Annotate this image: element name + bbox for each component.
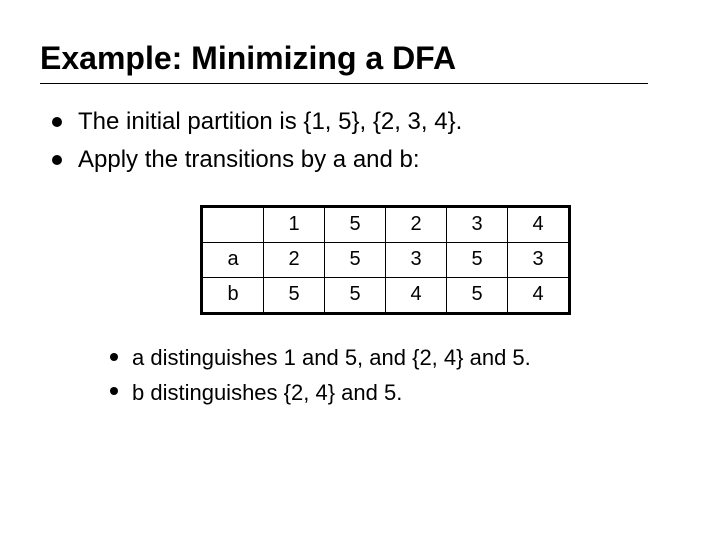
row-label: b bbox=[202, 277, 264, 313]
table-cell: 5 bbox=[325, 242, 386, 277]
table-header-row: 1 5 2 3 4 bbox=[202, 206, 570, 242]
slide-title: Example: Minimizing a DFA bbox=[40, 40, 680, 77]
table-cell: 5 bbox=[447, 277, 508, 313]
title-rule bbox=[40, 83, 648, 84]
table-cell: 5 bbox=[264, 277, 325, 313]
slide: Example: Minimizing a DFA The initial pa… bbox=[0, 0, 720, 540]
table-row: b 5 5 4 5 4 bbox=[202, 277, 570, 313]
table-corner-cell bbox=[202, 206, 264, 242]
bullet-item: The initial partition is {1, 5}, {2, 3, … bbox=[40, 106, 680, 138]
table-cell: 4 bbox=[508, 277, 570, 313]
col-header: 3 bbox=[447, 206, 508, 242]
table-cell: 4 bbox=[386, 277, 447, 313]
table-cell: 2 bbox=[264, 242, 325, 277]
bullet-item: Apply the transitions by a and b: bbox=[40, 144, 680, 176]
top-bullet-list: The initial partition is {1, 5}, {2, 3, … bbox=[40, 106, 680, 177]
col-header: 2 bbox=[386, 206, 447, 242]
col-header: 4 bbox=[508, 206, 570, 242]
table-cell: 5 bbox=[325, 277, 386, 313]
sub-bullet-list: a distinguishes 1 and 5, and {2, 4} and … bbox=[100, 343, 680, 409]
bullet-item: a distinguishes 1 and 5, and {2, 4} and … bbox=[100, 343, 680, 374]
transition-table-wrap: 1 5 2 3 4 a 2 5 3 5 3 b 5 5 4 5 4 bbox=[200, 205, 680, 315]
table-cell: 3 bbox=[508, 242, 570, 277]
col-header: 1 bbox=[264, 206, 325, 242]
table-cell: 3 bbox=[386, 242, 447, 277]
table-cell: 5 bbox=[447, 242, 508, 277]
transition-table: 1 5 2 3 4 a 2 5 3 5 3 b 5 5 4 5 4 bbox=[200, 205, 571, 315]
row-label: a bbox=[202, 242, 264, 277]
bullet-item: b distinguishes {2, 4} and 5. bbox=[100, 378, 680, 409]
table-row: a 2 5 3 5 3 bbox=[202, 242, 570, 277]
col-header: 5 bbox=[325, 206, 386, 242]
